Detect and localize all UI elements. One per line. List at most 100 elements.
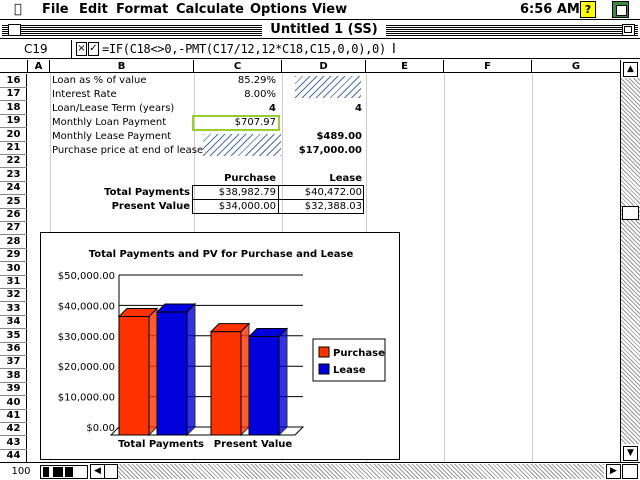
cell-c16[interactable]: 85.29% — [194, 74, 276, 88]
menu-format[interactable]: Format — [116, 2, 168, 17]
cell-c17[interactable]: 8.00% — [194, 88, 276, 102]
column-header-f[interactable]: F — [444, 60, 532, 73]
cell-c18[interactable]: 4 — [194, 102, 276, 116]
scroll-down-arrow-icon[interactable]: ▼ — [623, 446, 638, 461]
row-header-29[interactable]: 29 — [0, 248, 27, 263]
row-header-17[interactable]: 17 — [0, 87, 27, 102]
row-header-23[interactable]: 23 — [0, 168, 27, 182]
row-header-43[interactable]: 43 — [0, 436, 27, 450]
row-header-30[interactable]: 30 — [0, 262, 27, 276]
select-all-corner[interactable] — [0, 60, 28, 73]
grid-line — [532, 74, 533, 462]
row-header-31[interactable]: 31 — [0, 275, 27, 289]
view-buttons[interactable] — [40, 465, 88, 479]
cell-d21[interactable]: $17,000.00 — [282, 144, 362, 158]
row-header-42[interactable]: 42 — [0, 422, 27, 437]
column-header-c[interactable]: C — [194, 60, 282, 73]
menu-clock: 6:56 AM — [520, 2, 580, 17]
cell-b26[interactable]: Present Value — [52, 200, 190, 214]
help-icon[interactable]: ? — [580, 1, 596, 18]
menu-options[interactable]: Options — [250, 2, 307, 17]
row-header-35[interactable]: 35 — [0, 329, 27, 343]
chart-bar-purchase-1 — [210, 331, 242, 436]
cell-c19[interactable]: $707.97 — [194, 116, 276, 130]
horizontal-scrollbar[interactable]: 100 ◀ ▶ — [0, 462, 640, 480]
row-header-28[interactable]: 28 — [0, 235, 27, 249]
row-header-25[interactable]: 25 — [0, 195, 27, 209]
accept-button[interactable]: ✓ — [88, 42, 99, 56]
row-header-34[interactable]: 34 — [0, 315, 27, 330]
row-header-32[interactable]: 32 — [0, 288, 27, 303]
cell-b20[interactable]: Monthly Lease Payment — [52, 130, 171, 144]
zoom-box-icon[interactable] — [622, 24, 635, 36]
row-header-19[interactable]: 19 — [0, 114, 27, 129]
vertical-scroll-thumb[interactable] — [622, 206, 639, 220]
column-header-b[interactable]: B — [50, 60, 194, 73]
scroll-left-arrow-icon[interactable]: ◀ — [90, 464, 105, 479]
cell-b25[interactable]: Total Payments — [52, 186, 190, 200]
horizontal-scroll-track[interactable] — [104, 464, 604, 479]
cell-d18[interactable]: 4 — [282, 102, 362, 116]
chart-legend-label-purchase: Purchase — [333, 348, 385, 359]
cell-b18[interactable]: Loan/Lease Term (years) — [52, 102, 174, 116]
chart-y-tick-label: $20,000.00 — [58, 362, 115, 373]
column-header-e[interactable]: E — [366, 60, 444, 73]
column-header-g[interactable]: G — [532, 60, 620, 73]
menu-view[interactable]: View — [312, 2, 347, 17]
cell-c26[interactable]: $34,000.00 — [194, 200, 276, 214]
apple-menu-icon[interactable]:  — [14, 2, 22, 17]
menu-edit[interactable]: Edit — [79, 2, 108, 17]
cell-b19[interactable]: Monthly Loan Payment — [52, 116, 166, 130]
window-title-bar[interactable]: Untitled 1 (SS) — [0, 21, 640, 39]
row-header-21[interactable]: 21 — [0, 141, 27, 155]
row-header-24[interactable]: 24 — [0, 181, 27, 196]
cell-d20[interactable]: $489.00 — [282, 130, 362, 144]
chart-legend-label-lease: Lease — [333, 365, 366, 376]
column-header-d[interactable]: D — [282, 60, 366, 73]
horizontal-scroll-thumb[interactable] — [104, 464, 118, 479]
cell-d24[interactable]: Lease — [282, 172, 362, 186]
row-header-16[interactable]: 16 — [0, 74, 27, 88]
menu-file[interactable]: File — [42, 2, 69, 17]
row-header-20[interactable]: 20 — [0, 128, 27, 142]
embedded-chart[interactable]: Total Payments and PV for Purchase and L… — [40, 232, 400, 460]
view-button-3-icon[interactable] — [65, 467, 73, 477]
cell-reference[interactable]: C19 — [24, 42, 48, 56]
cell-b16[interactable]: Loan as % of value — [52, 74, 147, 88]
row-header-36[interactable]: 36 — [0, 342, 27, 356]
cell-d25[interactable]: $40,472.00 — [282, 186, 362, 200]
column-headers: A B C D E F G — [0, 60, 620, 73]
row-header-26[interactable]: 26 — [0, 208, 27, 222]
row-header-37[interactable]: 37 — [0, 355, 27, 370]
row-header-38[interactable]: 38 — [0, 369, 27, 383]
cell-d26[interactable]: $32,388.03 — [282, 200, 362, 214]
view-button-1-icon[interactable] — [43, 467, 49, 477]
row-header-22[interactable]: 22 — [0, 154, 27, 169]
vertical-scroll-track[interactable] — [621, 78, 640, 444]
vertical-scrollbar[interactable]: ▲ ▼ — [620, 60, 640, 462]
row-header-41[interactable]: 41 — [0, 409, 27, 423]
scroll-up-arrow-icon[interactable]: ▲ — [623, 62, 638, 77]
chart-bar-side-lease-0 — [186, 302, 196, 437]
cell-c25[interactable]: $38,982.79 — [194, 186, 276, 200]
zoom-level[interactable]: 100 — [2, 465, 40, 479]
chart-y-tick-label: $40,000.00 — [58, 301, 115, 312]
scroll-right-arrow-icon[interactable]: ▶ — [606, 464, 621, 479]
cell-b17[interactable]: Interest Rate — [52, 88, 117, 102]
view-button-2-icon[interactable] — [53, 467, 63, 477]
cancel-button[interactable]: × — [76, 42, 87, 56]
row-header-40[interactable]: 40 — [0, 396, 27, 410]
close-box-icon[interactable] — [8, 24, 21, 36]
row-header-39[interactable]: 39 — [0, 382, 27, 397]
row-header-33[interactable]: 33 — [0, 302, 27, 316]
row-header-27[interactable]: 27 — [0, 221, 27, 236]
chart-y-tick-label: $50,000.00 — [58, 271, 115, 282]
application-menu-icon[interactable] — [612, 1, 629, 18]
size-box-icon[interactable] — [622, 464, 638, 479]
menu-calculate[interactable]: Calculate — [176, 2, 244, 17]
formula-input[interactable]: =IF(C18<>0,-PMT(C17/12,12*C18,C15,0,0),0… — [102, 42, 386, 56]
cell-c24[interactable]: Purchase — [194, 172, 276, 186]
column-header-a[interactable]: A — [28, 60, 50, 73]
row-header-18[interactable]: 18 — [0, 101, 27, 115]
cell-b21[interactable]: Purchase price at end of lease — [52, 144, 203, 158]
